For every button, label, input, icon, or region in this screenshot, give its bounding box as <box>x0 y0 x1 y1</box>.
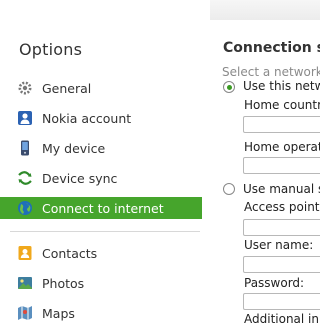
home-country-label: Home country <box>244 98 320 112</box>
home-operator-label: Home operato <box>244 140 320 154</box>
sidebar-item-nokia-account[interactable]: Nokia account <box>0 107 202 129</box>
sync-icon <box>17 170 33 186</box>
additional-label: Additional initi <box>244 312 320 326</box>
sidebar-item-label: Maps <box>42 305 75 321</box>
options-sidebar: Options General Nokia account My device … <box>0 0 210 321</box>
sidebar-item-general[interactable]: General <box>0 77 202 99</box>
sidebar-item-label: Photos <box>42 275 85 291</box>
password-label: Password: <box>244 276 305 290</box>
sidebar-item-label: Device sync <box>42 170 118 186</box>
sidebar-item-my-device[interactable]: My device <box>0 137 202 159</box>
photos-icon <box>17 275 33 291</box>
sidebar-item-photos[interactable]: Photos <box>0 272 202 294</box>
use-network-label: Use this netw <box>243 79 320 93</box>
network-hint-text: Select a network <box>222 65 320 79</box>
access-point-label: Access point: <box>244 200 320 214</box>
sidebar-item-device-sync[interactable]: Device sync <box>0 167 202 189</box>
globe-icon <box>17 200 33 216</box>
sidebar-item-label: Nokia account <box>42 110 132 126</box>
sidebar-divider <box>10 231 200 232</box>
gear-icon <box>17 80 33 96</box>
home-country-field[interactable] <box>243 116 320 133</box>
sidebar-item-contacts[interactable]: Contacts <box>0 242 202 264</box>
use-network-radio[interactable] <box>223 81 235 93</box>
phone-icon <box>17 140 33 156</box>
user-name-field[interactable] <box>243 256 320 273</box>
sidebar-item-label: Contacts <box>42 245 98 261</box>
options-title: Options <box>19 40 83 59</box>
sidebar-item-label: General <box>42 80 92 96</box>
contacts-icon <box>17 245 33 261</box>
password-field[interactable] <box>243 293 320 310</box>
sidebar-item-connect-to-internet[interactable]: Connect to internet <box>0 197 202 219</box>
sidebar-item-label: Connect to internet <box>42 200 164 216</box>
connection-settings-heading: Connection se <box>223 40 320 56</box>
sidebar-item-maps[interactable]: Maps <box>0 302 202 324</box>
user-icon <box>17 110 33 126</box>
home-operator-field[interactable] <box>243 157 320 174</box>
use-manual-label: Use manual s <box>243 182 320 196</box>
connection-settings-panel: Connection se Select a network Use this … <box>210 0 320 326</box>
sidebar-item-label: My device <box>42 140 106 156</box>
user-name-label: User name: <box>244 238 314 252</box>
use-manual-radio[interactable] <box>223 183 235 195</box>
access-point-field[interactable] <box>243 219 320 236</box>
maps-icon <box>17 305 33 321</box>
